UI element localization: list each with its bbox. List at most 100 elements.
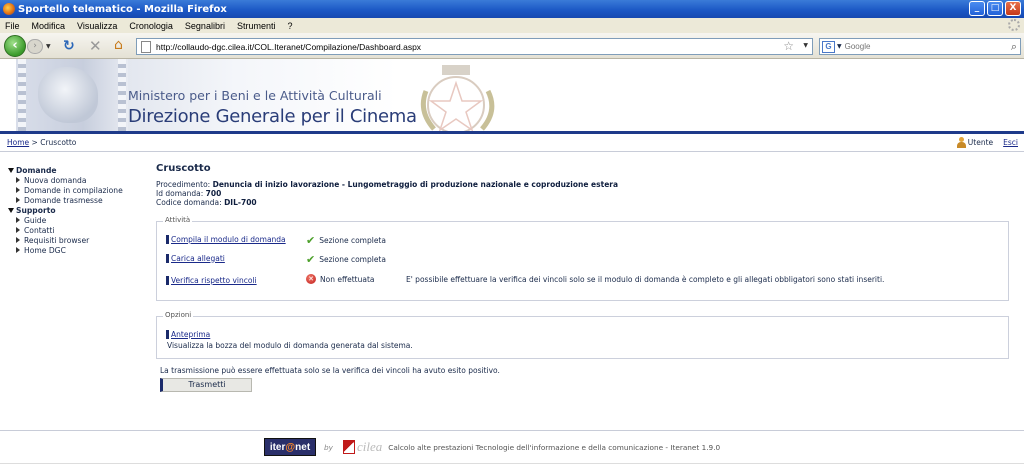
menu-cronologia[interactable]: Cronologia	[129, 21, 173, 31]
opzioni-legend: Opzioni	[163, 311, 194, 319]
id-label: Id domanda:	[156, 188, 204, 198]
search-engine-dropdown-icon[interactable]: ▼	[837, 43, 842, 50]
firefox-icon	[3, 3, 15, 15]
sidebar-item-label: Requisiti browser	[24, 235, 90, 245]
sidebar-item-domande-trasmesse[interactable]: Domande trasmesse	[8, 195, 123, 205]
sidebar-item-guide[interactable]: Guide	[8, 215, 123, 225]
reload-icon[interactable]: ↻	[63, 38, 75, 54]
url-input[interactable]	[156, 41, 756, 52]
status-text: Sezione completa	[319, 236, 386, 245]
sidebar-item-label: Domande trasmesse	[24, 195, 103, 205]
procedimento-value: Denuncia di inizio lavorazione - Lungome…	[212, 180, 619, 189]
sidebar-group-domande[interactable]: Domande	[8, 165, 123, 175]
sidebar-item-requisiti-browser[interactable]: Requisiti browser	[8, 235, 123, 245]
anteprima-link[interactable]: Anteprima	[166, 329, 210, 339]
user-area: Utente Esci	[956, 137, 1018, 148]
url-dropdown-icon[interactable]: ▼	[803, 42, 808, 49]
footer-divider	[0, 430, 1024, 431]
sidebar-item-label: Nuova domanda	[24, 175, 87, 185]
sidebar-item-nuova-domanda[interactable]: Nuova domanda	[8, 175, 123, 185]
site-banner: Ministero per i Beni e le Attività Cultu…	[0, 59, 1024, 131]
activity-row: Verifica rispetto vincoli	[166, 275, 257, 285]
search-input[interactable]	[844, 42, 995, 51]
carica-allegati-link[interactable]: Carica allegati	[166, 253, 225, 263]
menu-file[interactable]: File	[5, 21, 20, 31]
verifica-vincoli-link[interactable]: Verifica rispetto vincoli	[166, 275, 257, 285]
main-content: Cruscotto Procedimento: Denuncia di iniz…	[156, 163, 1012, 392]
trasmetti-button[interactable]: Trasmetti	[160, 378, 252, 392]
menu-strumenti[interactable]: Strumenti	[237, 21, 276, 31]
compila-modulo-link[interactable]: Compila il modulo di domanda	[166, 234, 286, 244]
expand-down-icon	[8, 167, 14, 173]
iteranet-logo: iter@net	[264, 438, 316, 456]
attivita-legend: Attività	[163, 216, 193, 224]
window-titlebar: Sportello telematico - Mozilla Firefox _…	[0, 0, 1024, 18]
menu-visualizza[interactable]: Visualizza	[77, 21, 117, 31]
google-icon[interactable]: G	[822, 40, 835, 53]
sidebar-item-contatti[interactable]: Contatti	[8, 225, 123, 235]
close-button[interactable]: X	[1005, 1, 1021, 16]
status-allegati: ✔ Sezione completa	[306, 253, 386, 266]
history-dropdown-icon[interactable]: ▼	[46, 43, 51, 50]
menu-segnalibri[interactable]: Segnalibri	[185, 21, 225, 31]
stop-icon[interactable]: ✕	[89, 37, 102, 55]
sidebar-item-label: Domande in compilazione	[24, 185, 123, 195]
cilea-mark-icon	[342, 440, 355, 454]
logout-link[interactable]: Esci	[1003, 138, 1018, 147]
throbber-icon	[1008, 19, 1020, 31]
anteprima-description: Visualizza la bozza del modulo di domand…	[167, 341, 413, 350]
search-icon[interactable]: ⌕	[1011, 40, 1017, 54]
menu-help[interactable]: ?	[287, 21, 292, 31]
back-button[interactable]: ‹	[4, 35, 26, 57]
id-value: 700	[205, 188, 222, 198]
film-strip-image	[16, 59, 128, 131]
check-icon: ✔	[306, 253, 316, 266]
forward-button[interactable]: ›	[27, 39, 43, 54]
codice-label: Codice domanda:	[156, 197, 222, 207]
footer-text: Calcolo alte prestazioni Tecnologie dell…	[388, 442, 721, 452]
id-row: Id domanda: 700	[156, 188, 1012, 199]
status-text: Non effettuata	[320, 274, 375, 284]
address-bar[interactable]: ☆ ▼	[136, 38, 813, 55]
bullet-arrow-icon	[16, 187, 20, 193]
bookmark-star-icon[interactable]: ☆	[783, 39, 794, 53]
opzioni-fieldset: Opzioni Anteprima Visualizza la bozza de…	[156, 311, 1009, 359]
sidebar-item-domande-in-compilazione[interactable]: Domande in compilazione	[8, 185, 123, 195]
sidebar-item-label: Contatti	[24, 225, 55, 235]
maximize-button[interactable]: □	[987, 1, 1003, 16]
directorate-name: Direzione Generale per il Cinema	[128, 106, 417, 127]
status-vincoli: ✕ Non effettuata	[306, 274, 375, 284]
vincoli-note: E' possibile effettuare la verifica dei …	[406, 275, 885, 284]
navigation-toolbar: ‹ › ▼ ↻ ✕ ⌂ ☆ ▼ G ▼ ⌕	[0, 33, 1024, 59]
breadcrumb-bar: Home > Cruscotto Utente Esci	[0, 134, 1024, 152]
page-icon	[141, 40, 151, 53]
minimize-button[interactable]: _	[969, 1, 985, 16]
cilea-logo: cilea	[342, 439, 382, 455]
activity-row: Compila il modulo di domanda	[166, 234, 286, 244]
expand-down-icon	[8, 207, 14, 213]
check-icon: ✔	[306, 234, 316, 247]
bullet-arrow-icon	[16, 177, 20, 183]
activity-row: Carica allegati	[166, 253, 225, 263]
bullet-arrow-icon	[16, 237, 20, 243]
sidebar-group-label: Supporto	[16, 205, 56, 215]
sidebar-group-supporto[interactable]: Supporto	[8, 205, 123, 215]
sidebar-item-home-dgc[interactable]: Home DGC	[8, 245, 123, 255]
breadcrumb-separator: >	[31, 138, 38, 147]
search-bar[interactable]: G ▼ ⌕	[819, 38, 1021, 55]
menu-modifica[interactable]: Modifica	[32, 21, 66, 31]
sidebar-item-label: Home DGC	[24, 245, 66, 255]
procedimento-row: Procedimento: Denuncia di inizio lavoraz…	[156, 180, 1012, 190]
footer: iter@net by cilea Calcolo alte prestazio…	[264, 437, 720, 457]
breadcrumb-current: Cruscotto	[40, 138, 77, 147]
status-bar	[0, 463, 1024, 474]
breadcrumb-home-link[interactable]: Home	[7, 138, 29, 147]
sidebar: Domande Nuova domanda Domande in compila…	[8, 165, 123, 255]
codice-value: DIL-700	[224, 197, 257, 207]
breadcrumb: Home > Cruscotto	[7, 138, 76, 147]
transmission-note: La trasmissione può essere effettuata so…	[160, 366, 500, 375]
sidebar-item-label: Guide	[24, 215, 47, 225]
bullet-arrow-icon	[16, 247, 20, 253]
bullet-arrow-icon	[16, 197, 20, 203]
home-icon[interactable]: ⌂	[114, 37, 123, 53]
